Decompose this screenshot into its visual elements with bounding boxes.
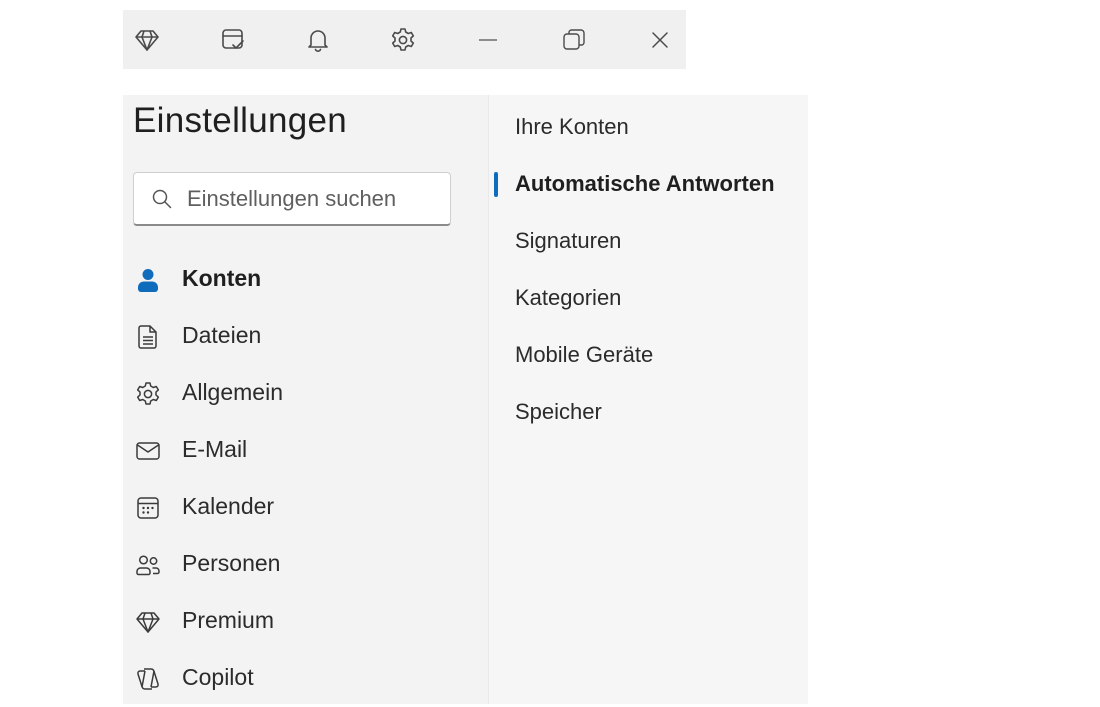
nav-item-konten[interactable]: Konten <box>123 251 488 308</box>
subnav-item-mobile-geraete[interactable]: Mobile Geräte <box>489 326 808 383</box>
minimize-button[interactable] <box>464 10 512 69</box>
page-title: Einstellungen <box>133 101 348 140</box>
diamond-icon <box>136 612 160 633</box>
diamond-icon <box>135 29 159 51</box>
settings-button[interactable] <box>379 10 427 69</box>
nav-item-label: Konten <box>182 265 262 291</box>
mail-icon <box>136 442 160 460</box>
account-subnav-list: Ihre Konten Automatische Antworten Signa… <box>489 98 808 440</box>
search-input[interactable] <box>187 185 437 212</box>
nav-item-label: E-Mail <box>182 436 248 462</box>
subnav-item-label: Automatische Antworten <box>515 171 775 196</box>
selection-indicator <box>494 172 498 197</box>
subnav-item-label: Ihre Konten <box>515 114 629 139</box>
person-icon <box>138 269 158 292</box>
subnav-item-label: Mobile Geräte <box>515 342 654 367</box>
nav-item-label: Allgemein <box>182 379 283 405</box>
settings-search-box[interactable] <box>133 172 451 226</box>
nav-item-kalender[interactable]: Kalender <box>123 479 488 536</box>
nav-item-label: Copilot <box>182 664 254 690</box>
account-subnav-column: Ihre Konten Automatische Antworten Signa… <box>488 95 808 704</box>
document-icon <box>138 325 157 349</box>
search-icon <box>152 189 172 208</box>
settings-nav-list: Konten Dateien Allgemein E-Mail Kalender… <box>123 251 488 707</box>
notifications-button[interactable] <box>294 10 342 69</box>
subnav-item-signaturen[interactable]: Signaturen <box>489 212 808 269</box>
nav-item-copilot[interactable]: Copilot <box>123 650 488 707</box>
note-check-icon <box>222 28 244 49</box>
restore-icon <box>563 28 585 50</box>
subnav-item-label: Signaturen <box>515 228 622 253</box>
settings-nav-column: Einstellungen Konten <box>123 95 488 704</box>
subnav-item-label: Kategorien <box>515 285 622 310</box>
settings-panel: Einstellungen Konten <box>123 95 808 704</box>
people-icon <box>136 555 160 576</box>
my-day-button[interactable] <box>209 10 257 69</box>
premium-button[interactable] <box>123 10 171 69</box>
nav-item-label: Premium <box>182 607 275 633</box>
nav-item-label: Kalender <box>182 493 275 519</box>
subnav-item-label: Speicher <box>515 399 602 424</box>
subnav-item-kategorien[interactable]: Kategorien <box>489 269 808 326</box>
restore-button[interactable] <box>550 10 598 69</box>
subnav-item-ihre-konten[interactable]: Ihre Konten <box>489 98 808 155</box>
subnav-item-speicher[interactable]: Speicher <box>489 383 808 440</box>
nav-item-e-mail[interactable]: E-Mail <box>123 422 488 479</box>
minimize-icon <box>479 38 497 41</box>
nav-item-allgemein[interactable]: Allgemein <box>123 365 488 422</box>
nav-item-premium[interactable]: Premium <box>123 593 488 650</box>
bell-icon <box>308 29 328 52</box>
close-icon <box>652 31 668 48</box>
gear-icon <box>391 27 415 51</box>
copilot-icon <box>137 668 159 690</box>
nav-item-personen[interactable]: Personen <box>123 536 488 593</box>
subnav-item-automatische-antworten[interactable]: Automatische Antworten <box>489 155 808 212</box>
close-button[interactable] <box>636 10 684 69</box>
nav-item-dateien[interactable]: Dateien <box>123 308 488 365</box>
calendar-icon <box>137 497 159 519</box>
nav-item-label: Personen <box>182 550 281 576</box>
title-bar-toolbar <box>123 10 686 69</box>
nav-item-label: Dateien <box>182 322 262 348</box>
gear-icon <box>136 382 160 405</box>
